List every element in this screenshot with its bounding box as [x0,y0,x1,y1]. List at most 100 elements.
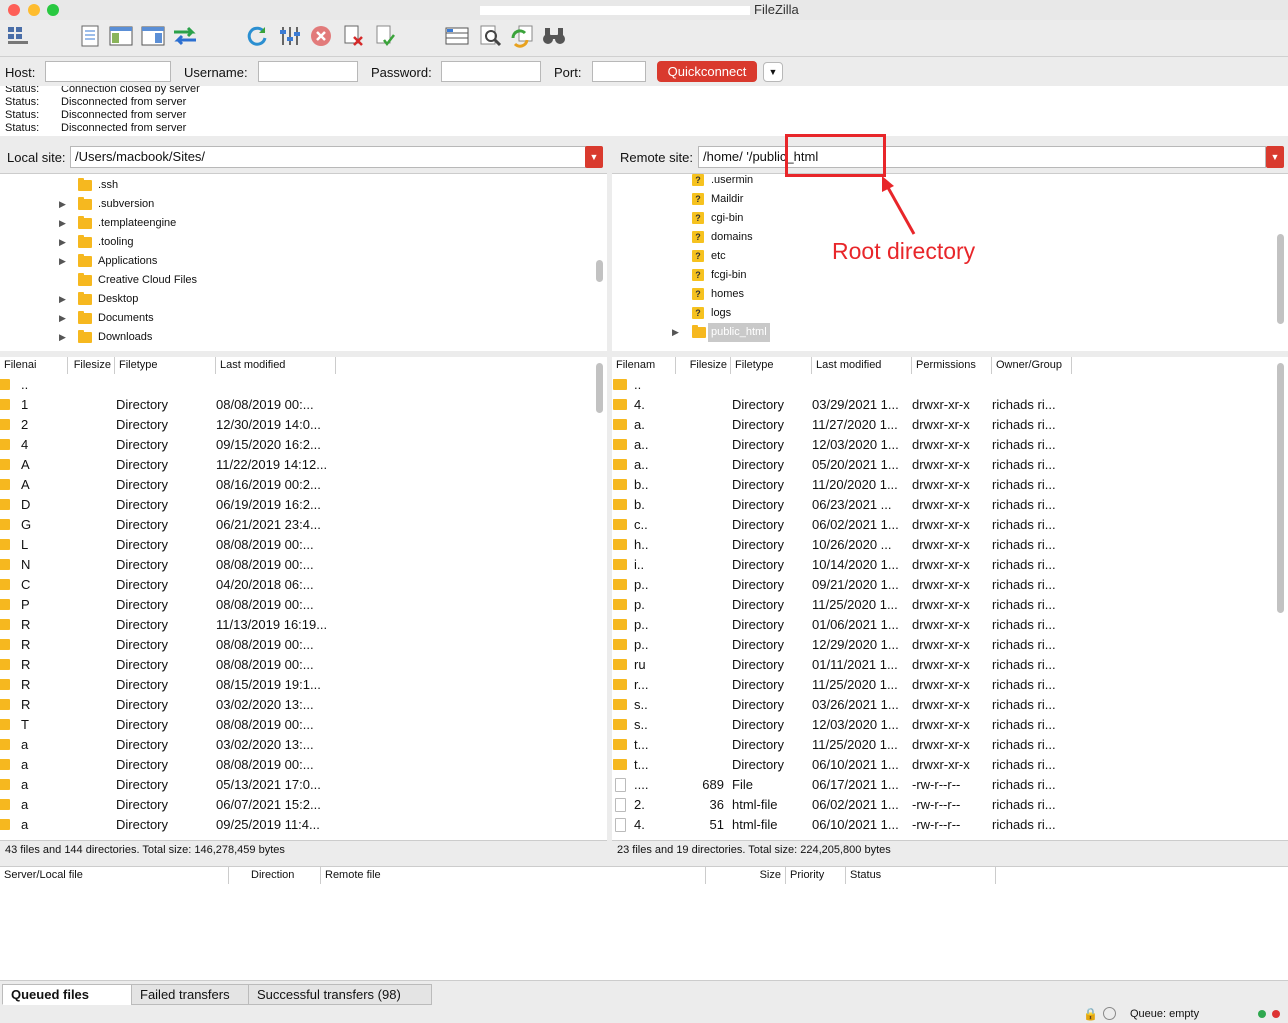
quickconnect-history-dropdown[interactable]: ▼ [763,62,783,82]
quickconnect-button[interactable]: Quickconnect [657,61,757,82]
table-row[interactable]: a Directory 05/13/2021 17:0... [0,775,590,795]
remote-path-dropdown[interactable]: ▼ [1266,146,1284,168]
tree-item[interactable]: ▶ public_html [612,323,1272,342]
table-row[interactable]: a.. Directory 12/03/2020 1... drwxr-xr-x ric… [612,435,1272,455]
chevron-right-icon[interactable]: ▶ [59,328,66,347]
tree-item[interactable]: ▶ .templateengine [0,214,590,233]
queue-header-status[interactable]: Status [846,867,996,884]
tree-item[interactable]: ▶ Downloads [0,328,590,347]
table-row[interactable]: a.. Directory 05/20/2021 1... drwxr-xr-x ric… [612,455,1272,475]
process-queue-icon[interactable] [276,22,304,50]
table-row[interactable]: 1 Directory 08/08/2019 00:... [0,395,590,415]
remote-header-last-modified[interactable]: Last modified [812,357,912,374]
table-row[interactable]: b. Directory 06/23/2021 ... drwxr-xr-x richa… [612,495,1272,515]
tree-item[interactable]: ▶ Documents [0,309,590,328]
table-row[interactable]: D Directory 06/19/2019 16:2... [0,495,590,515]
tree-item[interactable]: .ssh [0,176,590,195]
table-row[interactable]: i.. Directory 10/14/2020 1... drwxr-xr-x ric… [612,555,1272,575]
remote-header-permissions[interactable]: Permissions [912,357,992,374]
table-row[interactable]: .. [612,375,1272,395]
table-row[interactable]: 2 Directory 12/30/2019 14:0... [0,415,590,435]
remote-path-input[interactable]: /home/ '/public_html [698,146,1266,168]
tree-item[interactable]: ? homes [612,285,1272,304]
table-row[interactable]: A Directory 08/16/2019 00:2... [0,475,590,495]
table-row[interactable]: A Directory 11/22/2019 14:12... [0,455,590,475]
table-row[interactable]: a Directory 09/25/2019 11:4... [0,815,590,835]
table-row[interactable]: 4. 51 html-file 06/10/2021 1... -rw-r--r-- ri… [612,815,1272,835]
tree-item[interactable]: ? Maildir [612,190,1272,209]
table-row[interactable]: 4 Directory 09/15/2020 16:2... [0,435,590,455]
table-row[interactable]: p.. Directory 01/06/2021 1... drwxr-xr-x ric… [612,615,1272,635]
table-row[interactable]: t... Directory 11/25/2020 1... drwxr-xr-x ri… [612,735,1272,755]
tree-item[interactable]: ? fcgi-bin [612,266,1272,285]
chevron-right-icon[interactable]: ▶ [59,252,66,271]
tab-failed-transfers[interactable]: Failed transfers [131,984,249,1005]
chevron-right-icon[interactable]: ▶ [59,290,66,309]
local-header-last-modified[interactable]: Last modified [216,357,336,374]
minimize-window-icon[interactable] [28,4,40,16]
table-row[interactable]: T Directory 08/08/2019 00:... [0,715,590,735]
tree-item[interactable]: ? .usermin [612,174,1272,190]
table-row[interactable]: 2. 36 html-file 06/02/2021 1... -rw-r--r-- ri… [612,795,1272,815]
toggle-remote-tree-icon[interactable] [139,22,167,50]
chevron-right-icon[interactable]: ▶ [59,214,66,233]
table-row[interactable]: s.. Directory 12/03/2020 1... drwxr-xr-x ric… [612,715,1272,735]
table-row[interactable]: p. Directory 11/25/2020 1... drwxr-xr-x rich… [612,595,1272,615]
search-icon[interactable] [540,22,568,50]
table-row[interactable]: s.. Directory 03/26/2021 1... drwxr-xr-x ric… [612,695,1272,715]
table-row[interactable]: a Directory 03/02/2020 13:... [0,735,590,755]
remote-header-owner-group[interactable]: Owner/Group [992,357,1072,374]
table-row[interactable]: t... Directory 06/10/2021 1... drwxr-xr-x ri… [612,755,1272,775]
site-manager-icon[interactable] [4,22,32,50]
compare-icon[interactable] [476,22,504,50]
remote-list-scrollbar[interactable] [1277,363,1284,613]
sync-browse-icon[interactable] [508,22,536,50]
table-row[interactable]: R Directory 03/02/2020 13:... [0,695,590,715]
table-row[interactable]: a. Directory 11/27/2020 1... drwxr-xr-x rich… [612,415,1272,435]
local-path-dropdown[interactable]: ▼ [585,146,603,168]
tree-item[interactable]: ▶ Applications [0,252,590,271]
table-row[interactable]: R Directory 08/08/2019 00:... [0,635,590,655]
username-input[interactable] [258,61,358,82]
table-row[interactable]: a Directory 08/08/2019 00:... [0,755,590,775]
table-row[interactable]: C Directory 04/20/2018 06:... [0,575,590,595]
queue-header-priority[interactable]: Priority [786,867,846,884]
table-row[interactable]: b.. Directory 11/20/2020 1... drwxr-xr-x ric… [612,475,1272,495]
local-list-scrollbar[interactable] [596,363,603,413]
close-window-icon[interactable] [8,4,20,16]
local-header-filename[interactable]: Filenai [0,357,68,374]
transfer-queue-icon[interactable] [171,22,199,50]
tree-item[interactable]: ? cgi-bin [612,209,1272,228]
chevron-right-icon[interactable]: ▶ [672,323,679,342]
filter-icon[interactable] [443,22,471,50]
table-row[interactable]: R Directory 11/13/2019 16:19... [0,615,590,635]
tab-queued-files[interactable]: Queued files [2,984,132,1005]
tree-item[interactable]: ▶ .subversion [0,195,590,214]
reconnect-icon[interactable] [371,22,399,50]
table-row[interactable]: r... Directory 11/25/2020 1... drwxr-xr-x ri… [612,675,1272,695]
tree-item[interactable]: ▶ .tooling [0,233,590,252]
tree-item[interactable]: Creative Cloud Files [0,271,590,290]
local-header-filetype[interactable]: Filetype [115,357,216,374]
remote-tree-scrollbar[interactable] [1277,234,1284,324]
table-row[interactable]: L Directory 08/08/2019 00:... [0,535,590,555]
table-row[interactable]: N Directory 08/08/2019 00:... [0,555,590,575]
speed-limit-icon[interactable] [1103,1007,1116,1020]
table-row[interactable]: .... 689 File 06/17/2021 1... -rw-r--r-- rich… [612,775,1272,795]
tab-successful-transfers[interactable]: Successful transfers (98) [248,984,432,1005]
tree-item[interactable]: ▶ Desktop [0,290,590,309]
local-path-input[interactable]: /Users/macbook/Sites/ [70,146,586,168]
tree-item[interactable]: ? logs [612,304,1272,323]
table-row[interactable]: p.. Directory 12/29/2020 1... drwxr-xr-x ric… [612,635,1272,655]
table-row[interactable]: p.. Directory 09/21/2020 1... drwxr-xr-x ric… [612,575,1272,595]
table-row[interactable]: a Directory 06/07/2021 15:2... [0,795,590,815]
table-row[interactable]: P Directory 08/08/2019 00:... [0,595,590,615]
chevron-right-icon[interactable]: ▶ [59,233,66,252]
cancel-icon[interactable] [307,22,335,50]
chevron-right-icon[interactable]: ▶ [59,309,66,328]
local-tree-scrollbar[interactable] [596,260,603,282]
zoom-window-icon[interactable] [47,4,59,16]
local-header-filesize[interactable]: Filesize [68,357,115,374]
chevron-right-icon[interactable]: ▶ [59,195,66,214]
password-input[interactable] [441,61,541,82]
